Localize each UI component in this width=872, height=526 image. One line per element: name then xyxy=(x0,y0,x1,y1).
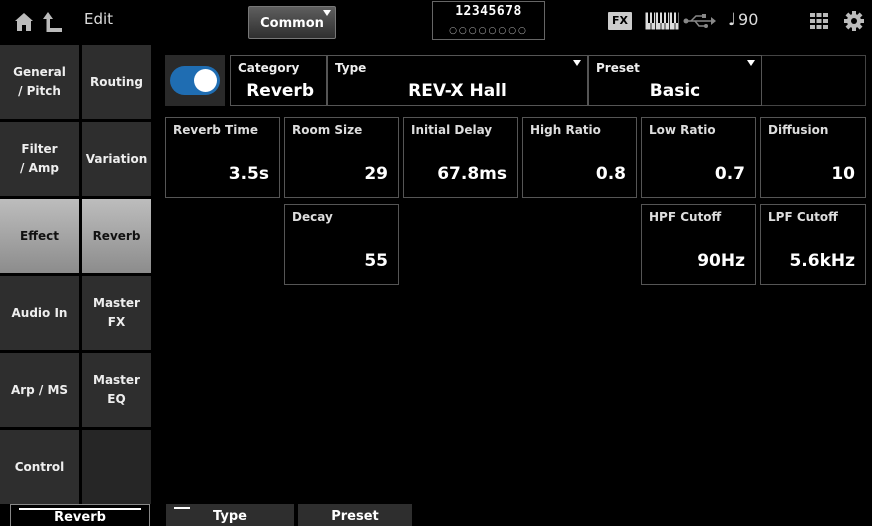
lpf-cutoff-param[interactable]: LPF Cutoff 5.6kHz xyxy=(760,204,866,285)
param-label: Low Ratio xyxy=(649,123,716,137)
preset-selector[interactable]: Preset Basic xyxy=(588,55,762,106)
part-numbers: 12345678 xyxy=(455,4,522,19)
common-part-label: Common xyxy=(260,16,324,31)
param-label: Diffusion xyxy=(768,123,829,137)
nav-arp-ms[interactable]: Arp / MS xyxy=(0,353,79,427)
param-label: Decay xyxy=(292,210,333,224)
nav-general-pitch[interactable]: General / Pitch xyxy=(0,45,79,119)
header-empty-cell xyxy=(762,55,866,106)
tab-label: Reverb xyxy=(54,510,106,525)
tab-active-indicator xyxy=(19,508,141,510)
param-label: Reverb Time xyxy=(173,123,258,137)
param-value: 3.5s xyxy=(228,164,269,184)
type-selector[interactable]: Type REV-X Hall xyxy=(327,55,588,106)
gear-icon[interactable] xyxy=(844,11,864,31)
part-selector[interactable]: 12345678 ○○○○○○○○ xyxy=(432,1,545,40)
subnav-variation[interactable]: Variation xyxy=(82,122,151,196)
param-label: Room Size xyxy=(292,123,363,137)
nav-effect[interactable]: Effect xyxy=(0,199,79,273)
note-icon: ♩ xyxy=(728,10,737,30)
part-indicators: ○○○○○○○○ xyxy=(449,26,528,36)
subnav-reverb[interactable]: Reverb xyxy=(82,199,151,273)
tab-preset[interactable]: Preset xyxy=(298,504,412,526)
initial-delay-param[interactable]: Initial Delay 67.8ms xyxy=(403,117,518,198)
usb-icon xyxy=(683,14,716,28)
subnav-master-eq[interactable]: Master EQ xyxy=(82,353,151,427)
keyboard-icon xyxy=(645,12,679,30)
tempo-value: 90 xyxy=(738,10,759,29)
type-value: REV-X Hall xyxy=(408,81,507,101)
home-icon[interactable] xyxy=(14,12,34,32)
param-label: HPF Cutoff xyxy=(649,210,722,224)
reverb-time-param[interactable]: Reverb Time 3.5s xyxy=(165,117,280,198)
tab-label: Preset xyxy=(331,509,379,524)
chevron-down-icon xyxy=(573,60,581,66)
chevron-down-icon xyxy=(323,10,331,16)
param-label: LPF Cutoff xyxy=(768,210,838,224)
preset-value: Basic xyxy=(649,81,701,101)
param-value: 5.6kHz xyxy=(789,251,855,271)
subnav-master-fx[interactable]: Master FX xyxy=(82,276,151,350)
decay-param[interactable]: Decay 55 xyxy=(284,204,399,285)
diffusion-param[interactable]: Diffusion 10 xyxy=(760,117,866,198)
fx-status-badge[interactable]: FX xyxy=(608,12,632,30)
high-ratio-param[interactable]: High Ratio 0.8 xyxy=(522,117,637,198)
tab-reverb[interactable]: Reverb xyxy=(10,504,150,526)
room-size-param[interactable]: Room Size 29 xyxy=(284,117,399,198)
tab-label: Type xyxy=(213,509,247,524)
reverb-switch-container xyxy=(165,55,225,106)
hpf-cutoff-param[interactable]: HPF Cutoff 90Hz xyxy=(641,204,756,285)
low-ratio-param[interactable]: Low Ratio 0.7 xyxy=(641,117,756,198)
param-label: High Ratio xyxy=(530,123,601,137)
tab-indicator xyxy=(174,507,190,509)
chevron-down-icon xyxy=(747,60,755,66)
nav-audio-in[interactable]: Audio In xyxy=(0,276,79,350)
param-value: 55 xyxy=(364,251,388,271)
type-label: Type xyxy=(335,61,367,75)
tempo-display[interactable]: ♩ 90 xyxy=(728,10,758,30)
subnav-routing[interactable]: Routing xyxy=(82,45,151,119)
nav-filter-amp[interactable]: Filter / Amp xyxy=(0,122,79,196)
param-value: 67.8ms xyxy=(437,164,507,184)
preset-label: Preset xyxy=(596,61,640,75)
param-value: 0.7 xyxy=(714,164,745,184)
tab-type[interactable]: Type xyxy=(166,504,294,526)
common-part-button[interactable]: Common xyxy=(248,6,336,39)
subnav-empty xyxy=(82,430,151,504)
category-value: Reverb xyxy=(246,81,314,101)
category-label: Category xyxy=(238,61,300,75)
up-level-icon[interactable] xyxy=(43,11,63,33)
top-bar: Edit Common 12345678 ○○○○○○○○ FX ♩ 90 xyxy=(0,0,872,42)
param-value: 10 xyxy=(831,164,855,184)
toggle-knob xyxy=(194,69,217,92)
nav-control[interactable]: Control xyxy=(0,430,79,504)
category-selector[interactable]: Category Reverb xyxy=(230,55,327,106)
param-label: Initial Delay xyxy=(411,123,493,137)
reverb-on-toggle[interactable] xyxy=(170,66,220,95)
grid-icon[interactable] xyxy=(810,13,828,29)
param-value: 29 xyxy=(364,164,388,184)
page-title: Edit xyxy=(84,10,114,28)
param-value: 0.8 xyxy=(595,164,626,184)
param-value: 90Hz xyxy=(697,251,745,271)
